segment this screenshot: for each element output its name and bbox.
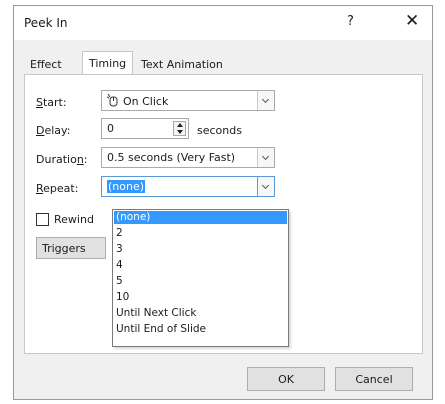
repeat-option-10[interactable]: 10 xyxy=(114,291,287,304)
repeat-dropdown[interactable]: (none) xyxy=(101,176,275,197)
chevron-down-icon[interactable] xyxy=(257,91,274,110)
start-label: Start: xyxy=(36,96,67,109)
triggers-button[interactable]: Triggers xyxy=(36,237,106,259)
start-value: On Click xyxy=(123,95,169,108)
repeat-option-until-end-of-slide[interactable]: Until End of Slide xyxy=(114,323,287,336)
chevron-down-icon[interactable] xyxy=(257,177,274,196)
repeat-label: Repeat: xyxy=(36,182,79,195)
peek-in-dialog: Peek In ? ✕ Effect Timing Text Animation… xyxy=(13,5,433,400)
duration-dropdown[interactable]: 0.5 seconds (Very Fast) xyxy=(101,147,275,168)
repeat-option-3[interactable]: 3 xyxy=(114,243,287,256)
delay-label: Delay: xyxy=(36,124,71,137)
start-dropdown[interactable]: On Click xyxy=(101,90,275,111)
delay-value: 0 xyxy=(107,122,114,135)
delay-spinner[interactable] xyxy=(173,121,186,136)
dialog-title: Peek In xyxy=(24,16,68,30)
tab-text-animation[interactable]: Text Animation xyxy=(135,53,229,75)
cancel-button[interactable]: Cancel xyxy=(335,367,413,391)
repeat-option-none[interactable]: (none) xyxy=(114,211,287,224)
rewind-label: Rewind xyxy=(54,213,94,226)
rewind-checkbox[interactable] xyxy=(36,213,49,226)
repeat-option-2[interactable]: 2 xyxy=(114,227,287,240)
duration-value: 0.5 seconds (Very Fast) xyxy=(107,151,236,164)
close-button[interactable]: ✕ xyxy=(405,11,419,31)
ok-button[interactable]: OK xyxy=(247,367,325,391)
title-bar: Peek In ? ✕ xyxy=(14,6,432,40)
spin-down-icon[interactable] xyxy=(177,130,183,134)
tab-timing[interactable]: Timing xyxy=(82,51,134,75)
duration-label: Duration: xyxy=(36,153,88,166)
mouse-click-icon xyxy=(107,94,118,107)
repeat-option-4[interactable]: 4 xyxy=(114,259,287,272)
spin-up-icon[interactable] xyxy=(177,123,183,127)
delay-input[interactable]: 0 xyxy=(101,118,189,139)
triggers-label: Triggers xyxy=(42,242,86,255)
chevron-down-icon[interactable] xyxy=(257,148,274,167)
delay-unit-label: seconds xyxy=(197,124,242,137)
repeat-option-5[interactable]: 5 xyxy=(114,275,287,288)
help-button[interactable]: ? xyxy=(347,14,354,29)
tab-effect[interactable]: Effect xyxy=(24,53,68,75)
repeat-options-list[interactable]: (none) 2 3 4 5 10 Until Next Click Until… xyxy=(112,209,289,347)
repeat-option-until-next-click[interactable]: Until Next Click xyxy=(114,307,287,320)
repeat-value: (none) xyxy=(107,180,146,193)
